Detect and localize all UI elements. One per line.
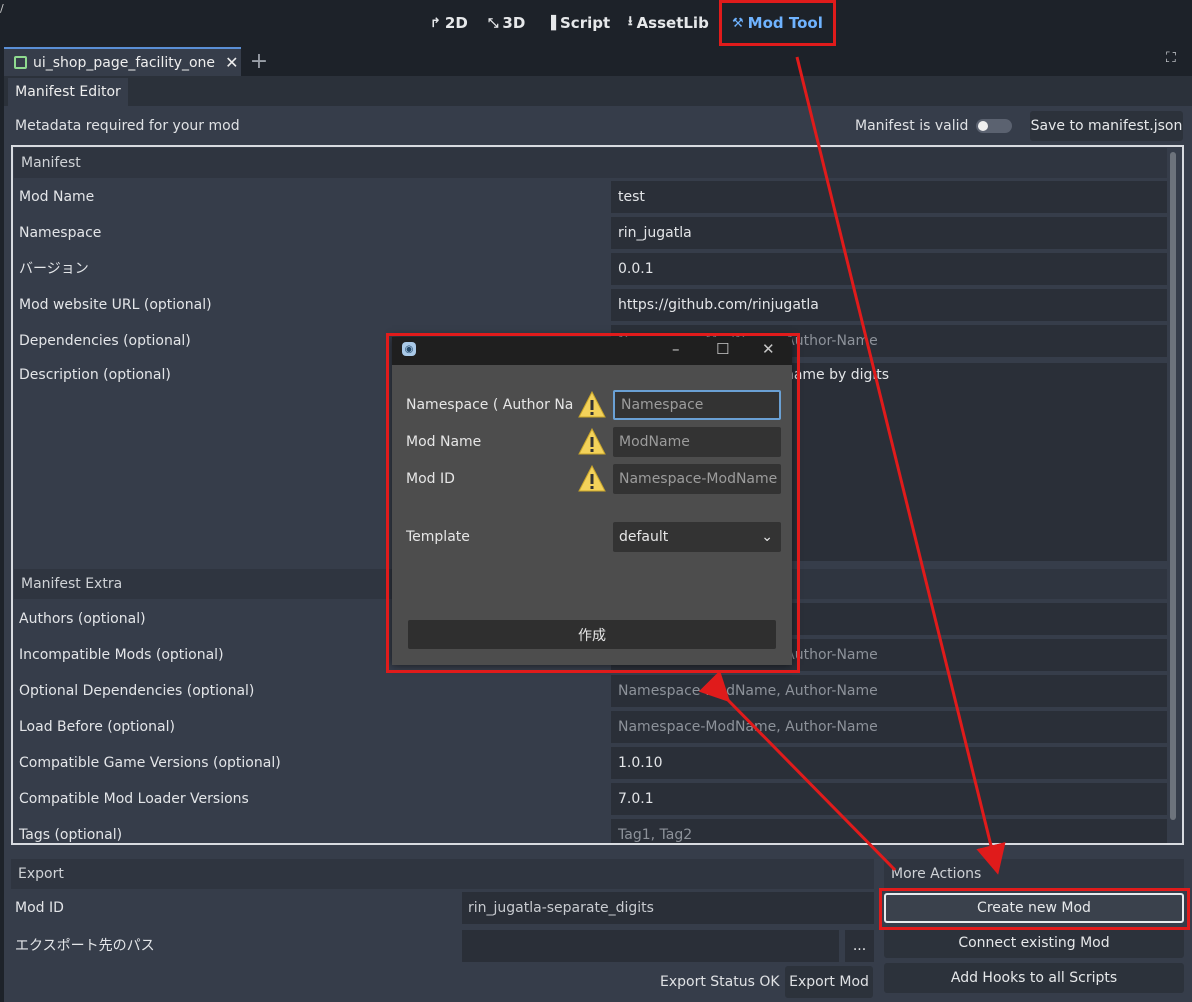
annotation-arrows	[698, 56, 1006, 875]
